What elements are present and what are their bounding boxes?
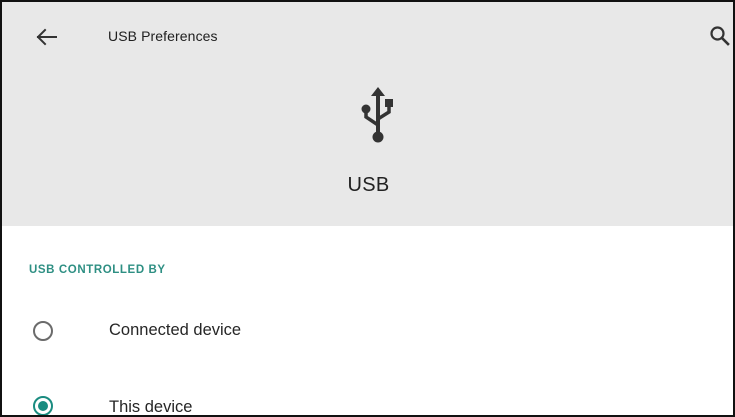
page-title: USB Preferences xyxy=(108,28,218,44)
arrow-back-icon xyxy=(36,28,57,46)
option-connected-device[interactable]: Connected device xyxy=(2,302,733,360)
radio-selected-dot xyxy=(38,401,48,411)
option-label: Connected device xyxy=(109,321,242,339)
section-header: USB CONTROLLED BY xyxy=(29,264,166,276)
usb-preferences-screen: USB Preferences USB USB CONTROLLED BY Co… xyxy=(0,0,735,417)
search-icon xyxy=(710,26,730,46)
app-header: USB Preferences USB xyxy=(2,2,733,226)
option-this-device[interactable]: This device xyxy=(2,379,733,416)
radio-connected-device[interactable] xyxy=(33,321,53,341)
radio-this-device[interactable] xyxy=(33,396,53,415)
usb-icon xyxy=(361,87,393,143)
usb-title: USB xyxy=(347,174,390,196)
search-button[interactable] xyxy=(708,20,733,52)
option-label: This device xyxy=(109,398,193,416)
back-button[interactable] xyxy=(28,22,64,52)
toolbar: USB Preferences xyxy=(2,2,733,72)
